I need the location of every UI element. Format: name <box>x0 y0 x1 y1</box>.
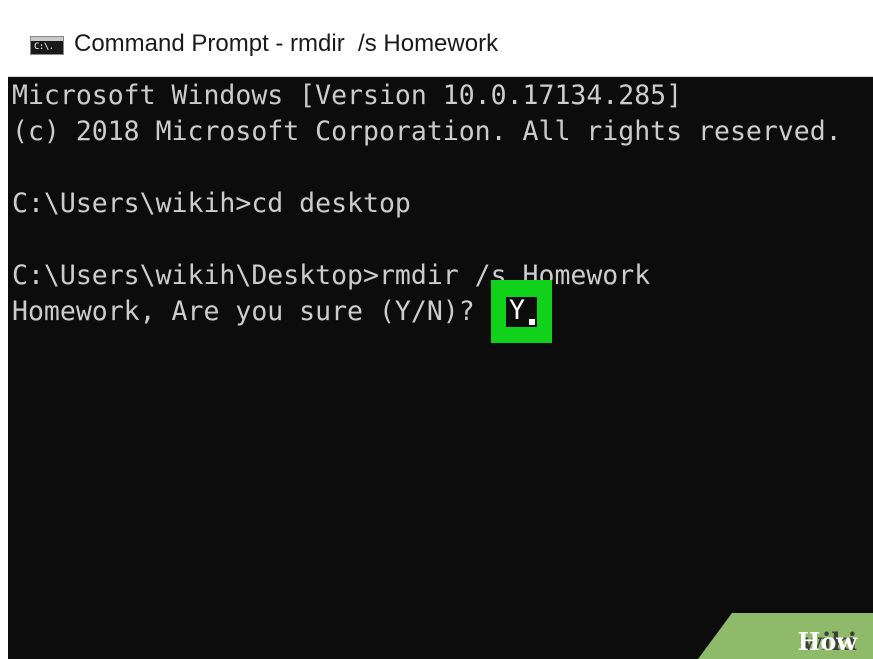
command-prompt-icon-text: C:\. <box>34 42 54 52</box>
console-line-version: Microsoft Windows [Version 10.0.17134.28… <box>12 80 683 111</box>
console-line-rmdir-command: C:\Users\wikih\Desktop>rmdir /s Homework <box>12 260 651 291</box>
screenshot-frame: C:\. Command Prompt - rmdir /s Homework … <box>0 0 873 659</box>
console-line-cd-command: C:\Users\wikih>cd desktop <box>12 188 411 219</box>
command-prompt-icon: C:\. <box>30 36 64 55</box>
console-line-confirm-prompt: Homework, Are you sure (Y/N)? <box>12 296 491 327</box>
title-bar[interactable]: C:\. Command Prompt - rmdir /s Homework <box>8 8 873 77</box>
wikihow-logo-suffix: How <box>797 627 857 656</box>
answer-text: Y <box>509 295 525 326</box>
text-cursor <box>529 319 535 325</box>
answer-input[interactable]: Y <box>506 295 537 327</box>
console-line-copyright: (c) 2018 Microsoft Corporation. All righ… <box>12 116 842 147</box>
console-output[interactable]: Microsoft Windows [Version 10.0.17134.28… <box>12 78 873 659</box>
command-prompt-window: C:\. Command Prompt - rmdir /s Homework … <box>8 8 873 659</box>
window-title: Command Prompt - rmdir /s Homework <box>74 30 499 57</box>
answer-highlight-box: Y <box>491 280 552 343</box>
